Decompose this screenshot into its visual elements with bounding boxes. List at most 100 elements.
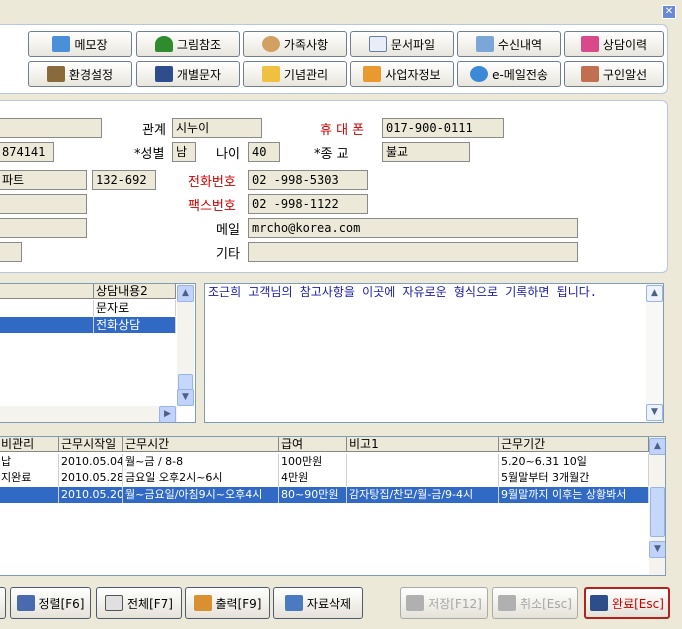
list-item[interactable] xyxy=(0,300,94,316)
anniversary-label: 기념관리 xyxy=(283,67,329,82)
table-cell-selected[interactable]: 80~90만원 xyxy=(279,487,347,503)
business-info-button[interactable]: 사업자정보 xyxy=(350,61,454,87)
table-cell[interactable]: 지완료 xyxy=(0,470,59,486)
anniversary-button[interactable]: 기념관리 xyxy=(243,61,347,87)
document-file-label: 문서파일 xyxy=(390,37,436,52)
delete-data-button[interactable]: 자료삭제 xyxy=(273,587,363,619)
list-item-selected[interactable]: 전화상담 xyxy=(94,317,176,333)
done-button[interactable]: 완료[Esc] xyxy=(584,587,670,619)
table-cell[interactable]: 100만원 xyxy=(279,454,347,470)
list-item[interactable]: 문자로 xyxy=(94,300,176,316)
picture-ref-label: 그림참조 xyxy=(176,37,222,52)
table-cell[interactable]: 5.20~6.31 10일 xyxy=(499,454,649,470)
memo-button[interactable]: 메모장 xyxy=(28,31,132,57)
fax-label: 팩스번호 xyxy=(188,199,236,214)
table-cell-selected[interactable]: 월~금요일/아침9시~오후4시 xyxy=(123,487,279,503)
table-header[interactable]: 비관리 xyxy=(0,437,59,452)
consult-history-button[interactable]: 상담이력 xyxy=(564,31,664,57)
scroll-up-icon[interactable]: ▲ xyxy=(177,285,194,302)
consult-list-scrollbar[interactable]: ▲ ▼ xyxy=(177,284,194,406)
recruit-label: 구인알선 xyxy=(602,67,648,82)
table-cell[interactable]: 4만원 xyxy=(279,470,347,486)
table-cell-selected[interactable]: 9월말까지 이후는 상황봐서 xyxy=(499,487,649,503)
phone-label: 전화번호 xyxy=(188,175,236,190)
consult-list-header[interactable]: 상담내용2 xyxy=(94,284,176,299)
inbox-label: 수신내역 xyxy=(497,37,543,52)
inbox-button[interactable]: 수신내역 xyxy=(457,31,561,57)
scroll-down-icon[interactable]: ▼ xyxy=(649,541,665,558)
done-icon xyxy=(590,595,609,611)
close-button[interactable]: ✕ xyxy=(662,5,676,19)
save-button[interactable]: 저장[F12] xyxy=(400,587,488,619)
relation-field[interactable]: 시누이 xyxy=(172,118,262,138)
zip-field[interactable]: 132-692 xyxy=(92,170,156,190)
scroll-up-icon[interactable]: ▲ xyxy=(646,285,663,302)
mobile-label: 휴 대 폰 xyxy=(320,123,365,138)
consult-list[interactable]: 상담내용2 문자로 전화상담 ▲ ▼ ▶ xyxy=(0,283,196,423)
document-file-button[interactable]: 문서파일 xyxy=(350,31,454,57)
table-cell-selected[interactable] xyxy=(0,487,59,503)
table-header[interactable]: 근무시작일 xyxy=(59,437,123,452)
etc-field[interactable] xyxy=(248,242,578,262)
sort-button[interactable]: 정렬[F6] xyxy=(10,587,91,619)
cancel-button[interactable]: 취소[Esc] xyxy=(492,587,578,619)
gender-field[interactable]: 남 xyxy=(172,142,196,162)
table-cell-selected[interactable]: 2010.05.20 xyxy=(59,487,123,503)
name-field[interactable] xyxy=(0,118,102,138)
table-cell[interactable] xyxy=(347,454,499,470)
picture-ref-button[interactable]: 그림참조 xyxy=(136,31,240,57)
inbox-icon xyxy=(475,36,494,52)
email-field[interactable]: mrcho@korea.com xyxy=(248,218,578,238)
extra-field-1[interactable] xyxy=(0,218,87,238)
email-send-button[interactable]: e-메일전송 xyxy=(457,61,561,87)
scroll-right-icon[interactable]: ▶ xyxy=(159,406,176,422)
table-header[interactable]: 근무시간 xyxy=(123,437,279,452)
table-header[interactable]: 근무기간 xyxy=(499,437,649,452)
print-button[interactable]: 출력[F9] xyxy=(185,587,270,619)
table-cell[interactable]: 5월말부터 3개월간 xyxy=(499,470,649,486)
table-header[interactable]: 비고1 xyxy=(347,437,499,452)
consult-list-hscrollbar[interactable]: ▶ xyxy=(0,406,177,422)
mobile-field[interactable]: 017-900-0111 xyxy=(382,118,504,138)
scroll-down-icon[interactable]: ▼ xyxy=(646,404,663,421)
scroll-down-icon[interactable]: ▼ xyxy=(177,389,194,406)
list-item-selected-left[interactable] xyxy=(0,317,94,333)
recruit-icon xyxy=(580,66,599,82)
all-button[interactable]: 전체[F7] xyxy=(96,587,182,619)
id-number-field[interactable]: 874141 xyxy=(0,142,54,162)
scroll-thumb[interactable] xyxy=(178,374,193,390)
table-cell[interactable]: 2010.05.28 xyxy=(59,470,123,486)
work-table-scrollbar[interactable]: ▲ ▼ xyxy=(649,437,665,575)
table-cell[interactable]: 월~금 / 8-8 xyxy=(123,454,279,470)
table-cell-selected[interactable]: 감자탕집/찬모/월-금/9-4시 xyxy=(347,487,499,503)
address-field[interactable]: 파트 xyxy=(0,170,87,190)
consult-list-header-blank[interactable] xyxy=(0,284,94,299)
left-edge-button[interactable] xyxy=(0,587,6,619)
scroll-up-icon[interactable]: ▲ xyxy=(649,438,665,455)
memo-textarea[interactable]: 조근희 고객님의 참고사항을 이곳에 자유로운 형식으로 기록하면 됩니다. ▲… xyxy=(204,283,664,423)
settings-button[interactable]: 환경설정 xyxy=(28,61,132,87)
tree-icon xyxy=(154,36,173,52)
consult-history-label: 상담이력 xyxy=(602,37,648,52)
address-detail-field[interactable] xyxy=(0,194,87,214)
save-button-label: 저장[F12] xyxy=(428,596,482,611)
phone-field[interactable]: 02 -998-5303 xyxy=(248,170,368,190)
age-field[interactable]: 40 xyxy=(248,142,280,162)
table-cell[interactable]: 납 xyxy=(0,454,59,470)
sms-button[interactable]: 개별문자 xyxy=(136,61,240,87)
recruit-button[interactable]: 구인알선 xyxy=(564,61,664,87)
cancel-icon xyxy=(498,595,517,611)
email-send-label: e-메일전송 xyxy=(492,67,548,82)
memo-scrollbar[interactable]: ▲ ▼ xyxy=(646,284,663,422)
religion-field[interactable]: 불교 xyxy=(382,142,470,162)
table-cell[interactable]: 금요일 오후2시~6시 xyxy=(123,470,279,486)
scroll-thumb[interactable] xyxy=(650,487,665,537)
table-cell[interactable]: 2010.05.04 xyxy=(59,454,123,470)
all-icon xyxy=(105,595,123,611)
family-button[interactable]: 가족사항 xyxy=(243,31,347,57)
work-table[interactable]: 비관리 근무시작일 근무시간 급여 비고1 근무기간 납 2010.05.04 … xyxy=(0,436,666,576)
extra-field-2[interactable] xyxy=(0,242,22,262)
fax-field[interactable]: 02 -998-1122 xyxy=(248,194,368,214)
table-cell[interactable] xyxy=(347,470,499,486)
table-header[interactable]: 급여 xyxy=(279,437,347,452)
